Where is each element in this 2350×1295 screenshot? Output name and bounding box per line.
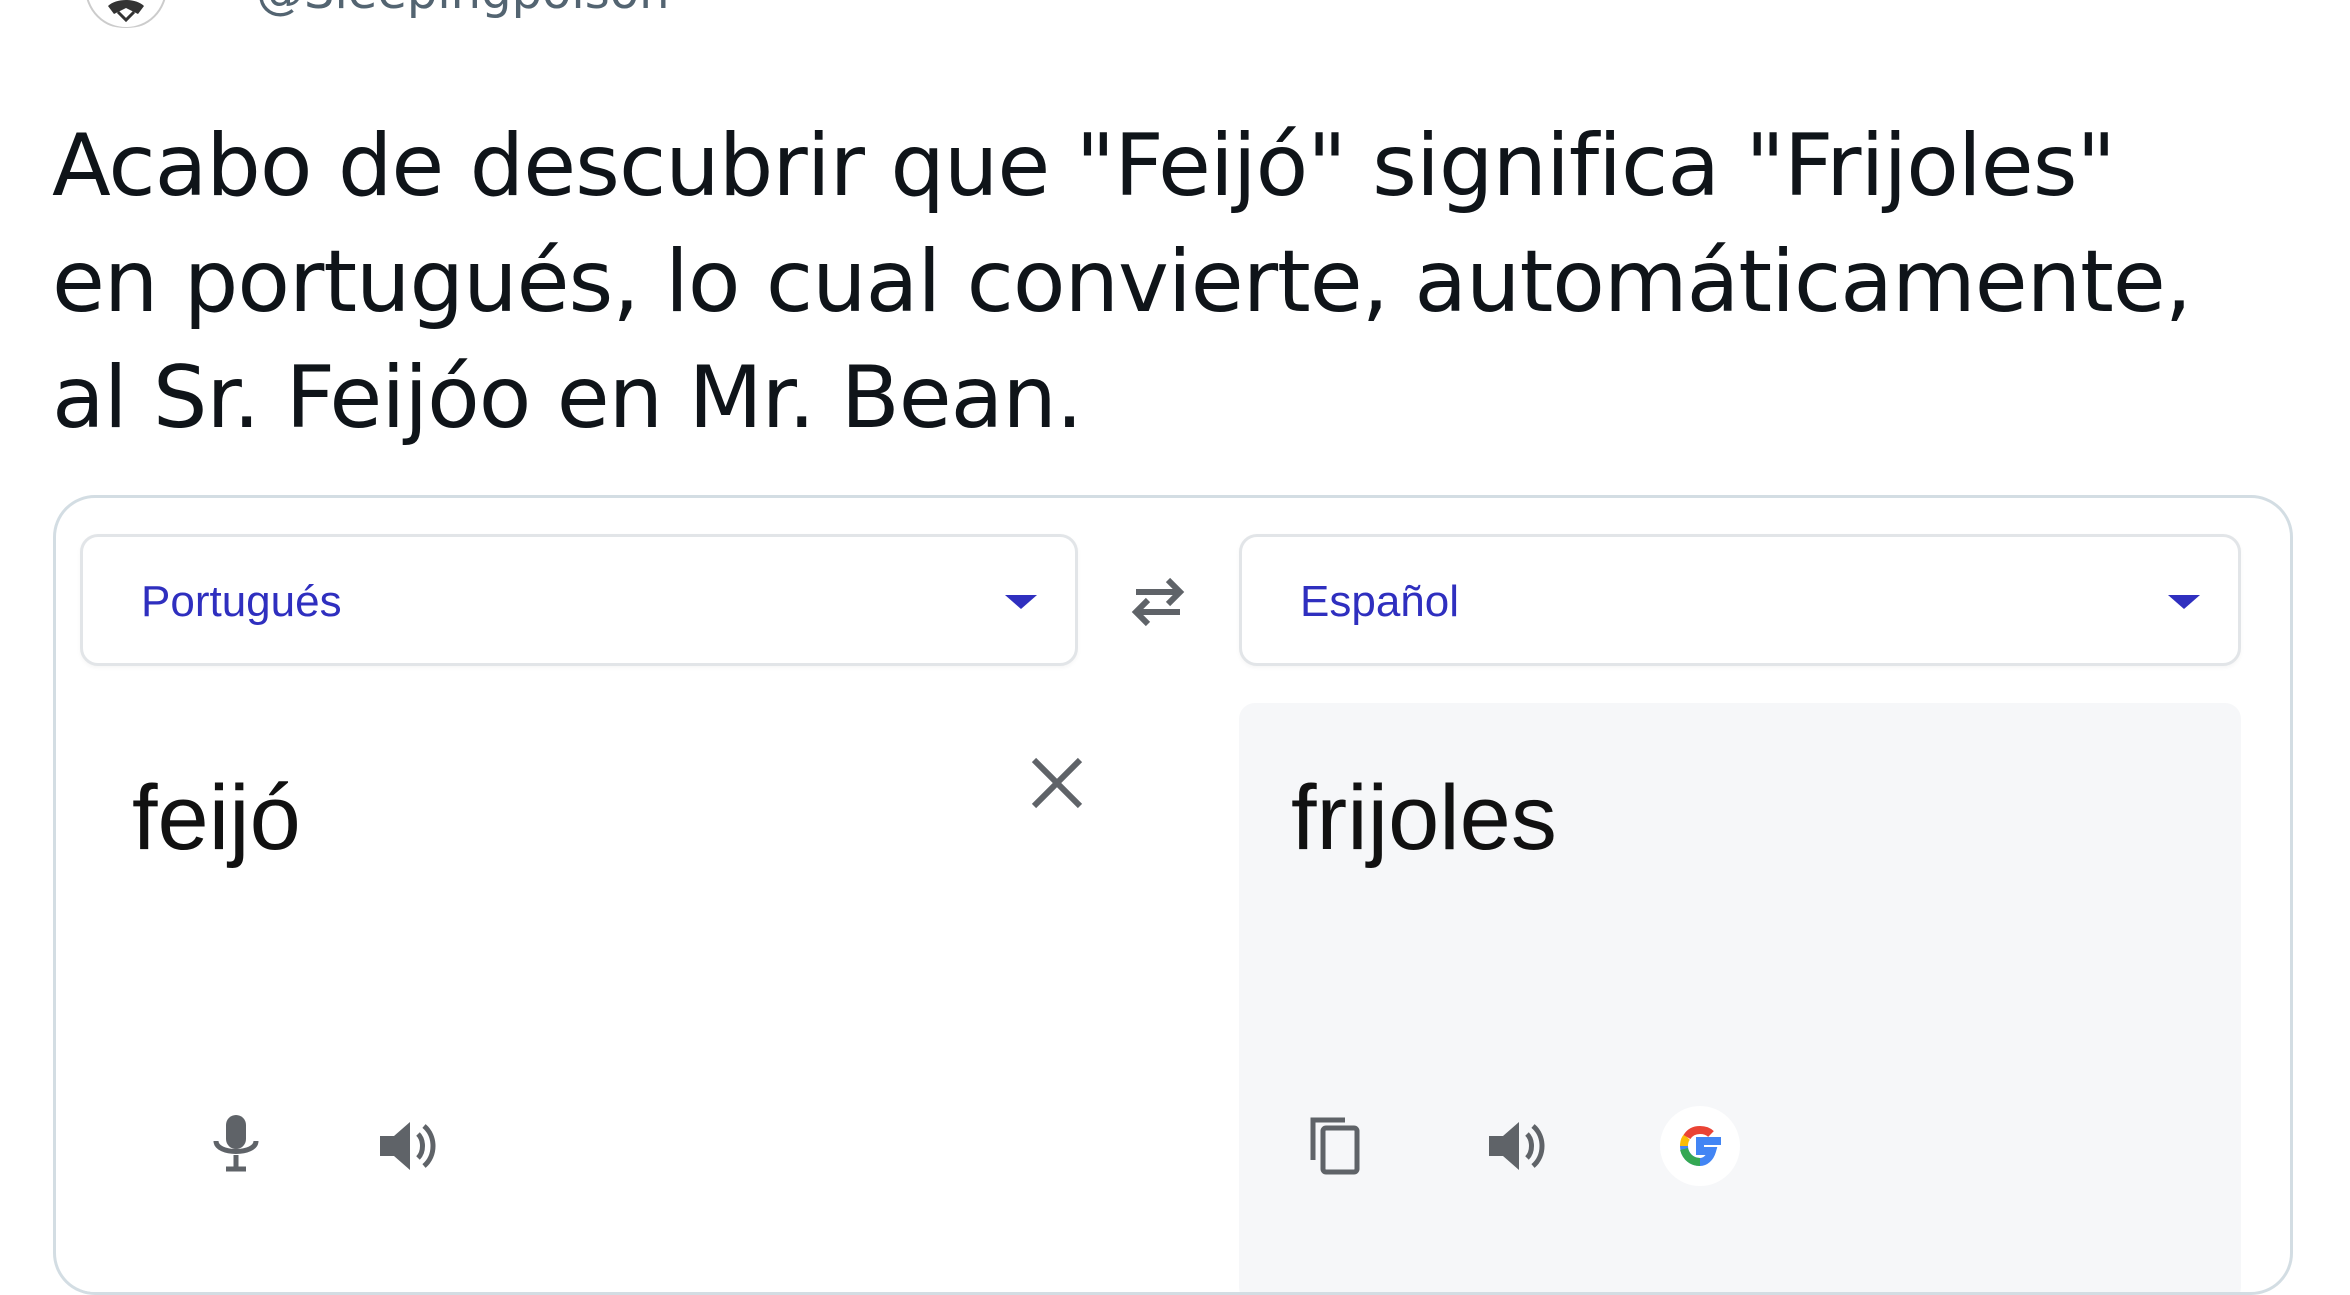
close-icon xyxy=(1031,757,1083,809)
target-language-select[interactable]: Español xyxy=(1239,534,2241,666)
target-language-label: Español xyxy=(1300,577,1460,626)
listen-source-button[interactable] xyxy=(370,1108,446,1184)
source-language-label: Portugués xyxy=(141,577,342,626)
google-translate-link[interactable] xyxy=(1659,1105,1741,1187)
tweet-author-row: @Sleepingpoison xyxy=(0,0,2350,60)
source-text: feijó xyxy=(132,767,301,869)
translated-text: frijoles xyxy=(1291,767,1557,869)
copy-translation-button[interactable] xyxy=(1297,1108,1373,1184)
swap-languages-icon xyxy=(1131,577,1185,627)
microphone-icon xyxy=(213,1115,259,1172)
author-handle[interactable]: @Sleepingpoison xyxy=(256,0,670,22)
translate-card: Portugués Español feijó frijoles xyxy=(53,495,2293,1295)
listen-translation-button[interactable] xyxy=(1479,1108,1555,1184)
copy-icon xyxy=(1310,1117,1360,1175)
google-logo-icon xyxy=(1660,1106,1740,1186)
swap-languages-button[interactable] xyxy=(1116,558,1200,642)
clear-text-button[interactable] xyxy=(1024,750,1090,816)
chevron-down-icon xyxy=(1005,595,1037,609)
speaker-icon xyxy=(380,1122,436,1170)
microphone-button[interactable] xyxy=(198,1105,274,1181)
chevron-down-icon xyxy=(2168,595,2200,609)
source-language-select[interactable]: Portugués xyxy=(80,534,1078,666)
translation-output-area: frijoles xyxy=(1239,703,2241,1292)
avatar[interactable] xyxy=(78,0,174,28)
speaker-icon xyxy=(1489,1122,1545,1170)
source-text-area[interactable]: feijó xyxy=(80,703,1080,1292)
tweet-text: Acabo de descubrir que "Feijó" significa… xyxy=(52,116,2192,448)
